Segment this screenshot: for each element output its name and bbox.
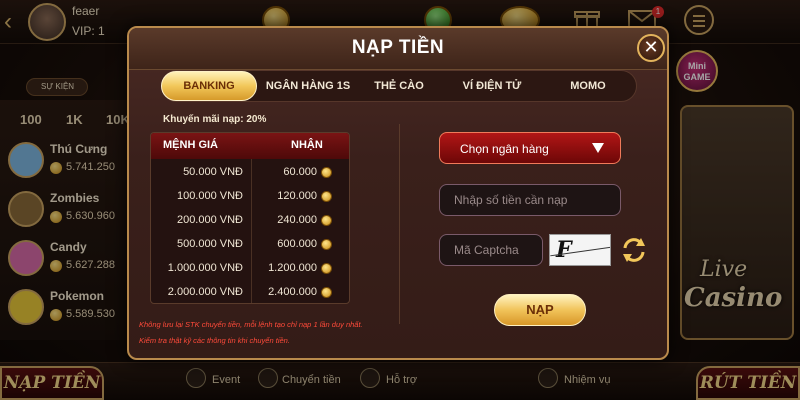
modal-header: NẠP TIỀN ✕ [129,28,667,70]
table-row: 50.000 VNĐ 60.000 [151,161,349,185]
coin-icon [321,215,332,226]
row-receive: 600.000 [277,238,317,250]
promo-text: Khuyến mãi nạp: 20% [163,114,267,125]
header-denomination: MỆNH GIÁ [163,139,218,151]
header-receive: NHẬN [291,139,323,151]
tab-vi-dien-tu[interactable]: VÍ ĐIỆN TỬ [444,71,540,101]
row-amount: 100.000 VNĐ [176,190,243,202]
warning-text: Kiểm tra thật kỹ các thông tin khi chuyể… [139,336,290,345]
chevron-down-icon [592,143,604,153]
table-row: 2.000.000 VNĐ 2.400.000 [151,281,349,303]
warning-text: Không lưu lại STK chuyển tiền, mỗi lệnh … [139,320,363,329]
row-receive: 120.000 [277,190,317,202]
row-receive: 60.000 [283,166,317,178]
row-receive: 240.000 [277,214,317,226]
row-amount: 50.000 VNĐ [183,166,243,178]
tab-banking[interactable]: BANKING [161,71,257,101]
payment-method-tabs: BANKING NGÂN HÀNG 1S THẺ CÀO VÍ ĐIỆN TỬ … [161,70,637,102]
rate-table-header: MỆNH GIÁ NHẬN [151,133,349,159]
row-amount: 200.000 VNĐ [176,214,243,226]
row-amount: 1.000.000 VNĐ [167,262,243,274]
refresh-icon[interactable] [621,236,647,264]
row-amount: 2.000.000 VNĐ [167,286,243,298]
amount-input[interactable] [439,184,621,216]
table-row: 1.000.000 VNĐ 1.200.000 [151,257,349,281]
modal-title: NẠP TIỀN [351,37,445,58]
coin-icon [321,287,332,298]
row-amount: 500.000 VNĐ [176,238,243,250]
coin-icon [321,263,332,274]
column-divider [399,124,400,324]
deposit-modal: NẠP TIỀN ✕ BANKING NGÂN HÀNG 1S THẺ CÀO … [127,26,669,360]
rate-table: MỆNH GIÁ NHẬN 50.000 VNĐ 60.000 100.000 … [150,132,350,304]
captcha-input[interactable] [439,234,543,266]
table-row: 100.000 VNĐ 120.000 [151,185,349,209]
row-receive: 2.400.000 [268,286,317,298]
coin-icon [321,191,332,202]
row-receive: 1.200.000 [268,262,317,274]
submit-deposit-button[interactable]: NẠP [494,294,586,326]
coin-icon [321,167,332,178]
bank-select-label: Chọn ngân hàng [460,142,549,156]
table-row: 500.000 VNĐ 600.000 [151,233,349,257]
tab-ngan-hang-1s[interactable]: NGÂN HÀNG 1S [260,71,356,101]
bank-select[interactable]: Chọn ngân hàng [439,132,621,164]
table-row: 200.000 VNĐ 240.000 [151,209,349,233]
captcha-image: F j9 [549,234,611,266]
coin-icon [321,239,332,250]
tab-the-cao[interactable]: THẺ CÀO [356,71,442,101]
close-icon[interactable]: ✕ [637,34,665,62]
tab-momo[interactable]: MOMO [542,71,634,101]
